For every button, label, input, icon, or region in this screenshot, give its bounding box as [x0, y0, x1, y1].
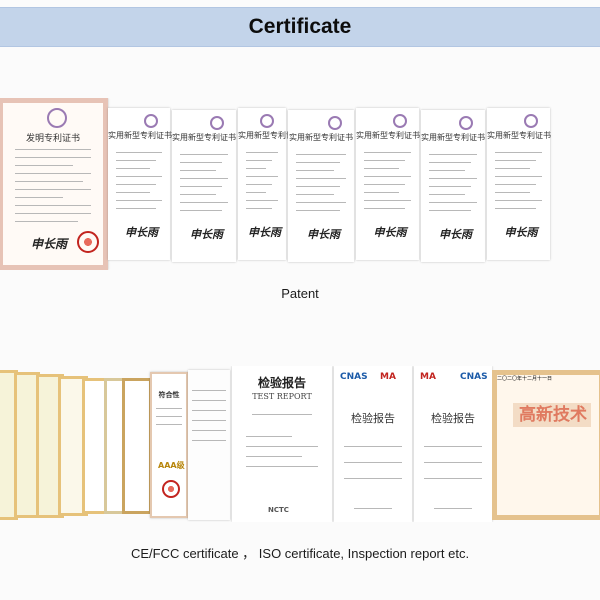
patent-office-logo: [47, 108, 67, 128]
inspection-report: MA CNAS 检验报告: [414, 366, 492, 522]
nctc-logo: NCTC: [268, 506, 289, 514]
utility-model-patent-certificate: 实用新型专利证书申长雨: [238, 108, 302, 260]
certificate-title: 发明专利证书: [25, 134, 80, 144]
patent-office-logo: [260, 114, 274, 128]
inspection-report-title: 检验报告: [431, 412, 475, 425]
red-seal: [162, 480, 180, 498]
director-signature: 申长雨: [504, 226, 538, 239]
patent-office-logo: [524, 114, 538, 128]
award-title: 高新技术: [513, 403, 591, 427]
certificate-title: 实用新型专利证书: [289, 133, 353, 142]
director-signature: 申长雨: [248, 226, 281, 239]
conformity-title: 符合性: [158, 390, 180, 399]
page-title: Certificate: [248, 15, 352, 38]
accreditation-logo: CNAS: [340, 372, 368, 382]
iso-certificate: [122, 378, 152, 514]
certificates-caption: CE/FCC certificate ， ISO certificate, In…: [130, 546, 470, 561]
test-report-subtitle: TEST REPORT: [252, 392, 312, 401]
certificate-title: 实用新型专利证书: [238, 131, 302, 140]
qualification-document: [188, 370, 230, 520]
patent-office-logo: [393, 114, 407, 128]
director-signature: 申长雨: [373, 226, 407, 239]
patent-office-logo: [328, 116, 342, 130]
accreditation-logo: CNAS: [460, 372, 488, 382]
inspection-report-title: 检验报告: [351, 412, 395, 425]
patent-caption: Patent: [281, 286, 319, 301]
certificates-image-strip: 符合性 AAA级 检验报告 TEST REPORT NCTC CNAS MA 检验报…: [0, 366, 600, 522]
aaa-badge: AAA级: [158, 461, 185, 470]
utility-model-patent-certificate: 实用新型专利证书申长雨: [172, 110, 236, 262]
test-report: 检验报告 TEST REPORT NCTC: [232, 366, 332, 522]
accreditation-logo: MA: [420, 372, 436, 382]
utility-model-patent-certificate: 实用新型专利证书申长雨: [487, 108, 551, 260]
patent-office-logo: [459, 116, 473, 130]
section-header: Certificate: [0, 7, 600, 47]
invention-patent-certificate: 发明专利证书 申长雨: [0, 98, 108, 270]
certificate-title: 实用新型专利证书: [421, 133, 485, 142]
conformity-certificate: 符合性 AAA级: [150, 372, 188, 518]
utility-model-patent-certificate: 实用新型专利证书申长雨: [108, 108, 172, 260]
inspection-report: CNAS MA 检验报告: [334, 366, 412, 522]
director-signature: 申长雨: [31, 237, 68, 251]
utility-model-patent-certificate: 实用新型专利证书申长雨: [421, 110, 485, 262]
accreditation-logo: MA: [380, 372, 396, 382]
utility-model-patent-certificate: 实用新型专利证书申长雨: [356, 108, 420, 260]
high-tech-enterprise-certificate: 高新技术 二〇二〇年十二月十一日: [492, 370, 600, 520]
patent-office-logo: [210, 116, 224, 130]
certificate-title: 实用新型专利证书: [172, 133, 236, 142]
director-signature: 申长雨: [125, 226, 158, 239]
patent-office-logo: [144, 114, 158, 128]
utility-model-patent-certificate: 实用新型专利证书申长雨: [288, 110, 354, 262]
test-report-title: 检验报告: [257, 376, 306, 390]
certificate-title: 实用新型专利证书: [356, 131, 420, 140]
certificate-title: 实用新型专利证书: [487, 131, 551, 140]
award-date: 二〇二〇年十二月十一日: [497, 376, 553, 382]
director-signature: 申长雨: [190, 228, 223, 241]
director-signature: 申长雨: [439, 228, 472, 241]
director-signature: 申长雨: [307, 228, 340, 241]
certificate-title: 实用新型专利证书: [108, 131, 172, 140]
red-seal: [77, 231, 99, 253]
patent-image-strip: 发明专利证书 申长雨 实用新型专利证书 申长雨 实用新型专利证书 申长雨 实用新型专利证…: [0, 98, 600, 270]
